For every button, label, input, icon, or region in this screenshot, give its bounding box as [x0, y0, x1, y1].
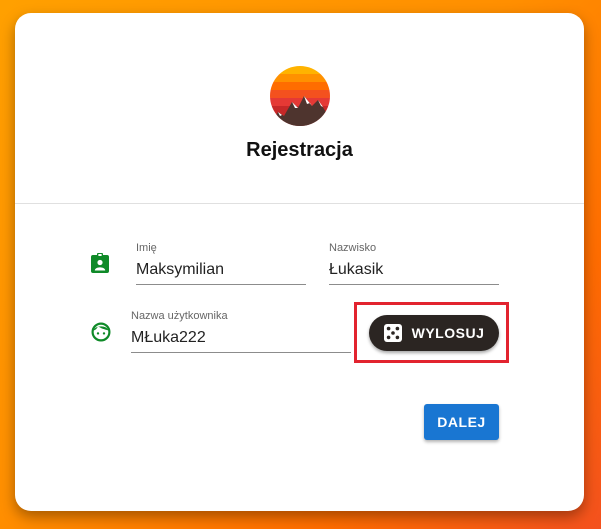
username-input[interactable]: MŁuka222	[131, 328, 351, 353]
face-icon	[91, 322, 111, 342]
header-divider	[15, 203, 584, 204]
username-label: Nazwa użytkownika	[131, 310, 228, 322]
first-name-input[interactable]: Maksymilian	[136, 260, 306, 285]
randomize-button-label: WYLOSUJ	[411, 325, 485, 341]
registration-card: Rejestracja Imię Maksymilian Nazwisko Łu…	[15, 13, 584, 511]
mountain-sunset-logo	[270, 66, 330, 126]
badge-icon	[91, 253, 109, 273]
page-title: Rejestracja	[246, 139, 353, 161]
username-field[interactable]: Nazwa użytkownika MŁuka222	[131, 310, 351, 353]
dice-icon	[383, 324, 402, 342]
randomize-button[interactable]: WYLOSUJ	[369, 315, 499, 351]
next-button[interactable]: DALEJ	[424, 404, 499, 440]
last-name-label: Nazwisko	[329, 242, 377, 254]
last-name-input[interactable]: Łukasik	[329, 260, 499, 285]
first-name-field[interactable]: Imię Maksymilian	[136, 242, 306, 285]
first-name-label: Imię	[136, 242, 157, 254]
next-button-label: DALEJ	[437, 414, 486, 430]
last-name-field[interactable]: Nazwisko Łukasik	[329, 242, 499, 285]
